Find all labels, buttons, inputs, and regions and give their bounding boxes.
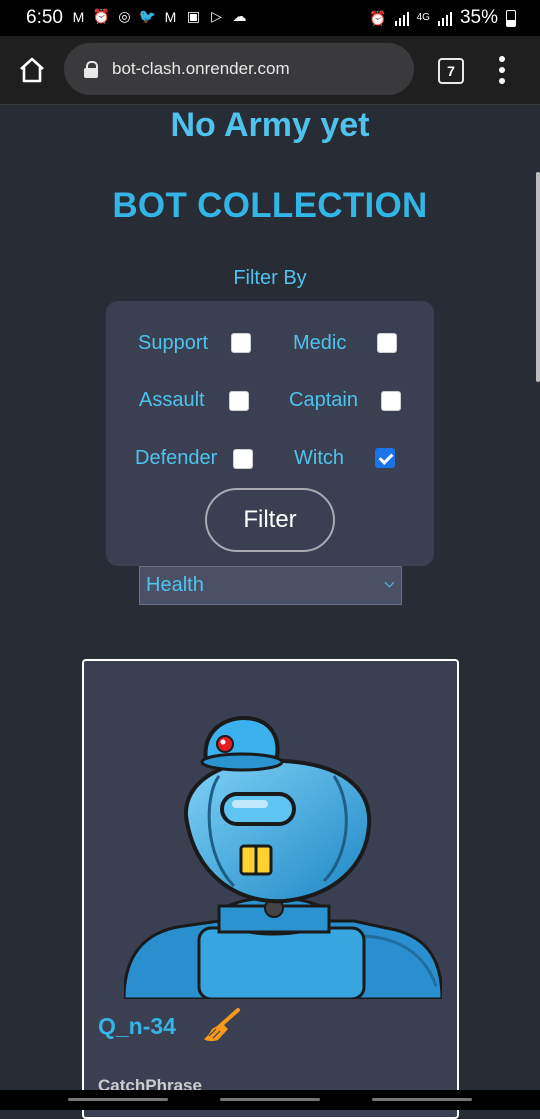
broom-icon [204, 1008, 240, 1042]
notification-icons: M ⏰ ◎ 🐦 M ▣ ▷ ☁ [70, 8, 248, 25]
filter-label-support: Support [138, 332, 209, 354]
army-title: No Army yet [170, 106, 370, 144]
alarm-icon: ⏰ [369, 9, 387, 26]
mail-icon: M [164, 8, 177, 25]
gallery-icon: ▣ [186, 8, 201, 24]
filter-label-assault: Assault [139, 389, 205, 411]
nav-handle-center[interactable] [220, 1098, 320, 1101]
gmail-icon: M [72, 8, 85, 25]
filter-label-defender: Defender [135, 447, 218, 469]
filter-checkbox-captain[interactable] [381, 391, 401, 411]
twitter-icon: 🐦 [138, 8, 157, 24]
browser-toolbar: bot-clash.onrender.com 7 [0, 36, 540, 105]
filter-checkbox-defender[interactable] [233, 449, 253, 469]
sort-select[interactable]: Health [139, 566, 402, 605]
nav-handle-right [372, 1098, 472, 1101]
filter-checkbox-support[interactable] [231, 333, 251, 353]
signal-icon-2 [437, 10, 452, 26]
filter-label-captain: Captain [289, 389, 358, 411]
filter-checkbox-assault[interactable] [229, 391, 249, 411]
bot-avatar [124, 716, 442, 999]
filter-button[interactable]: Filter [205, 488, 335, 552]
url-text: bot-clash.onrender.com [112, 59, 290, 78]
system-nav-bar [0, 1090, 540, 1110]
filter-label-witch: Witch [294, 447, 344, 469]
network-type: 4G [416, 12, 430, 23]
home-icon[interactable] [16, 54, 48, 86]
filter-label-medic: Medic [293, 332, 347, 354]
filter-checkbox-medic[interactable] [377, 333, 397, 353]
tab-count: 7 [447, 63, 455, 79]
more-menu-icon[interactable] [492, 54, 512, 86]
alarm-notification-icon: ⏰ [92, 8, 111, 24]
play-store-icon: ▷ [211, 8, 222, 24]
collection-title: BOT COLLECTION [112, 186, 428, 225]
sort-select-value: Health [146, 574, 204, 596]
filter-checkbox-witch[interactable] [375, 448, 395, 468]
lock-icon [84, 60, 98, 78]
filter-by-label: Filter By [233, 267, 307, 289]
bot-card[interactable]: Q_n-34 CatchPhrase [82, 659, 459, 1119]
signal-icon [394, 10, 409, 26]
status-time: 6:50 [26, 7, 63, 28]
status-bar: 6:50 M ⏰ ◎ 🐦 M ▣ ▷ ☁ ⏰ 4G 35% [0, 0, 540, 36]
instagram-icon: ◎ [118, 8, 131, 24]
tab-switcher-button[interactable]: 7 [438, 58, 464, 84]
battery-percent: 35% [459, 7, 498, 28]
cloud-icon: ☁ [232, 8, 247, 24]
address-bar[interactable]: bot-clash.onrender.com [64, 43, 414, 95]
status-right: ⏰ 4G 35% [369, 7, 516, 29]
bot-name: Q_n-34 [98, 1013, 176, 1039]
chevron-down-icon [384, 577, 395, 588]
battery-icon [506, 9, 516, 27]
nav-handle-left [68, 1098, 168, 1101]
